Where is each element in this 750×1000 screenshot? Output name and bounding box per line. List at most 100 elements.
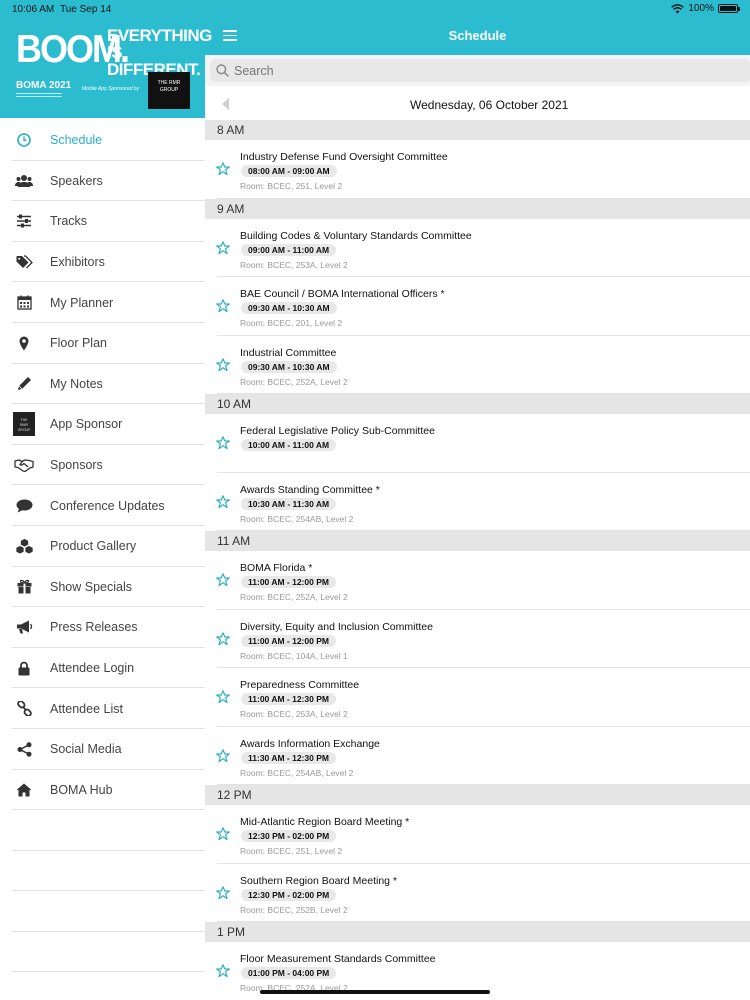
session-row[interactable]: Preparedness Committee 11:00 AM - 12:30 P… [205,668,750,727]
sidebar-item-my-planner[interactable]: My Planner [0,282,205,323]
sliders-icon [13,210,35,232]
sidebar-item-label: Conference Updates [50,498,165,513]
sidebar-item-social-media[interactable]: Social Media [0,729,205,770]
star-favorite-icon[interactable] [216,162,230,181]
schedule-list: 8 AM Industry Defense Fund Oversight Comm… [205,120,750,1000]
star-favorite-icon[interactable] [216,964,230,983]
sidebar-item-label: Show Specials [50,579,132,594]
star-favorite-icon[interactable] [216,299,230,318]
sidebar-item-tracks[interactable]: Tracks [0,201,205,242]
status-time: 10:06 AM [12,4,55,15]
sidebar-item-label: Sponsors [50,458,103,473]
sidebar-empty-row [0,891,205,932]
session-name: BOMA Florida * [240,562,313,574]
star-favorite-icon[interactable] [216,494,230,514]
tags-icon [13,251,35,273]
status-bar: 10:06 AM Tue Sep 14 100% [0,0,750,18]
sidebar-item-attendee-login[interactable]: Attendee Login [0,648,205,689]
session-name: Awards Information Exchange [240,737,380,750]
search-icon [216,64,229,77]
session-time-badge: 09:30 AM - 10:30 AM [241,302,337,314]
session-name: Preparedness Committee [240,679,360,691]
sidebar: BOOM. EVERYTHING IS DIFFERENT. BOMA 2021… [0,0,212,1000]
sidebar-item-label: App Sponsor [50,417,123,432]
sidebar-item-show-specials[interactable]: Show Specials [0,567,205,608]
session-room: Room: BCEC, 252A, Level 2 [240,592,348,602]
session-room: Room: BCEC, 252A, Level 2 [240,376,348,387]
session-row[interactable]: Mid-Atlantic Region Board Meeting * 12:30… [205,805,750,864]
sidebar-item-conference-updates[interactable]: Conference Updates [0,485,205,526]
chat-bubble-icon [13,495,35,517]
banner-tagline: EVERYTHING IS DIFFERENT. [107,27,212,78]
sidebar-item-app-sponsor[interactable]: THE RMR GROUP App Sponsor [0,404,205,445]
session-room: Room: BCEC, 254AB, Level 2 [240,513,354,524]
session-name: Federal Legislative Policy Sub-Committee [240,425,435,437]
sidebar-item-exhibitors[interactable]: Exhibitors [0,242,205,283]
sidebar-item-label: Social Media [50,742,122,757]
session-row[interactable]: Building Codes & Voluntary Standards Com… [205,218,750,277]
status-right: 100% [671,3,740,14]
session-row[interactable]: Diversity, Equity and Inclusion Committe… [205,609,750,668]
star-favorite-icon[interactable] [216,690,230,709]
star-favorite-icon[interactable] [216,240,230,260]
session-row[interactable]: BAE Council / BOMA International Officer… [205,277,750,336]
battery-icon [718,4,740,13]
star-favorite-icon[interactable] [216,748,230,768]
sponsor-logo: THE RMR GROUP [148,72,190,109]
sidebar-item-product-gallery[interactable]: Product Gallery [0,526,205,567]
search-box[interactable] [210,59,750,82]
page-title: Schedule [448,28,507,43]
sidebar-item-floor-plan[interactable]: Floor Plan [0,323,205,364]
search-input[interactable] [234,63,714,78]
cubes-icon [13,535,35,557]
session-row[interactable]: Federal Legislative Policy Sub-Committee… [205,414,750,473]
sidebar-empty-row [0,932,205,973]
sidebar-item-label: Schedule [50,133,103,148]
sidebar-item-speakers[interactable]: Speakers [0,161,205,202]
handshake-icon [13,454,35,476]
sidebar-item-sponsors[interactable]: Sponsors [0,445,205,486]
session-row[interactable]: BOMA Florida * 11:00 AM - 12:00 PM Room: B… [205,551,750,610]
session-room: Room: BCEC, 253A, Level 2 [240,709,348,719]
sidebar-empty-row [0,810,205,851]
share-icon [13,738,35,760]
hour-header: 1 PM [205,922,750,942]
home-indicator[interactable] [260,990,490,994]
session-name: Mid-Atlantic Region Board Meeting * [240,816,410,828]
session-row[interactable]: Awards Standing Committee * 10:30 AM - 11… [205,472,750,531]
star-favorite-icon[interactable] [216,885,230,905]
sidebar-item-press-releases[interactable]: Press Releases [0,607,205,648]
session-time-badge: 11:00 AM - 12:00 PM [241,634,336,647]
sidebar-nav: Schedule Speakers Tracks Exhibitors My P… [0,120,205,973]
session-name: Industry Defense Fund Oversight Committe… [240,151,448,163]
pencil-icon [13,373,35,395]
session-row[interactable]: Southern Region Board Meeting * 12:30 PM … [205,863,750,922]
session-row[interactable]: Industrial Committee 09:30 AM - 10:30 AM R… [205,335,750,394]
session-row[interactable]: Awards Information Exchange 11:30 AM - 12… [205,726,750,785]
sidebar-item-attendee-list[interactable]: Attendee List [0,688,205,729]
hour-header: 9 AM [205,198,750,219]
star-favorite-icon[interactable] [216,436,230,455]
star-favorite-icon[interactable] [216,357,230,377]
sidebar-item-schedule[interactable]: Schedule [0,120,205,161]
session-time-badge: 11:30 AM - 12:30 PM [241,751,336,764]
clock-icon [13,129,35,151]
star-favorite-icon[interactable] [216,573,230,592]
star-favorite-icon[interactable] [216,827,230,846]
session-time-badge: 08:00 AM - 09:00 AM [241,165,337,177]
session-name: BAE Council / BOMA International Officer… [240,288,445,300]
star-favorite-icon[interactable] [216,631,230,651]
link-icon [13,698,35,720]
boma-logo-lines [16,93,62,97]
sidebar-item-label: Product Gallery [50,539,137,554]
lock-icon [13,657,35,679]
sidebar-item-label: Speakers [50,173,103,188]
sidebar-item-my-notes[interactable]: My Notes [0,364,205,405]
sponsor-logo-icon: THE RMR GROUP [13,412,35,437]
session-room: Room: BCEC, 252B, Level 2 [240,904,348,915]
session-time-badge: 11:00 AM - 12:00 PM [241,576,336,588]
sidebar-item-label: Tracks [50,214,88,229]
boma-logo: BOMA 2021 [16,80,72,91]
session-row[interactable]: Industry Defense Fund Oversight Committe… [205,140,750,199]
sidebar-item-boma-hub[interactable]: BOMA Hub [0,770,205,811]
